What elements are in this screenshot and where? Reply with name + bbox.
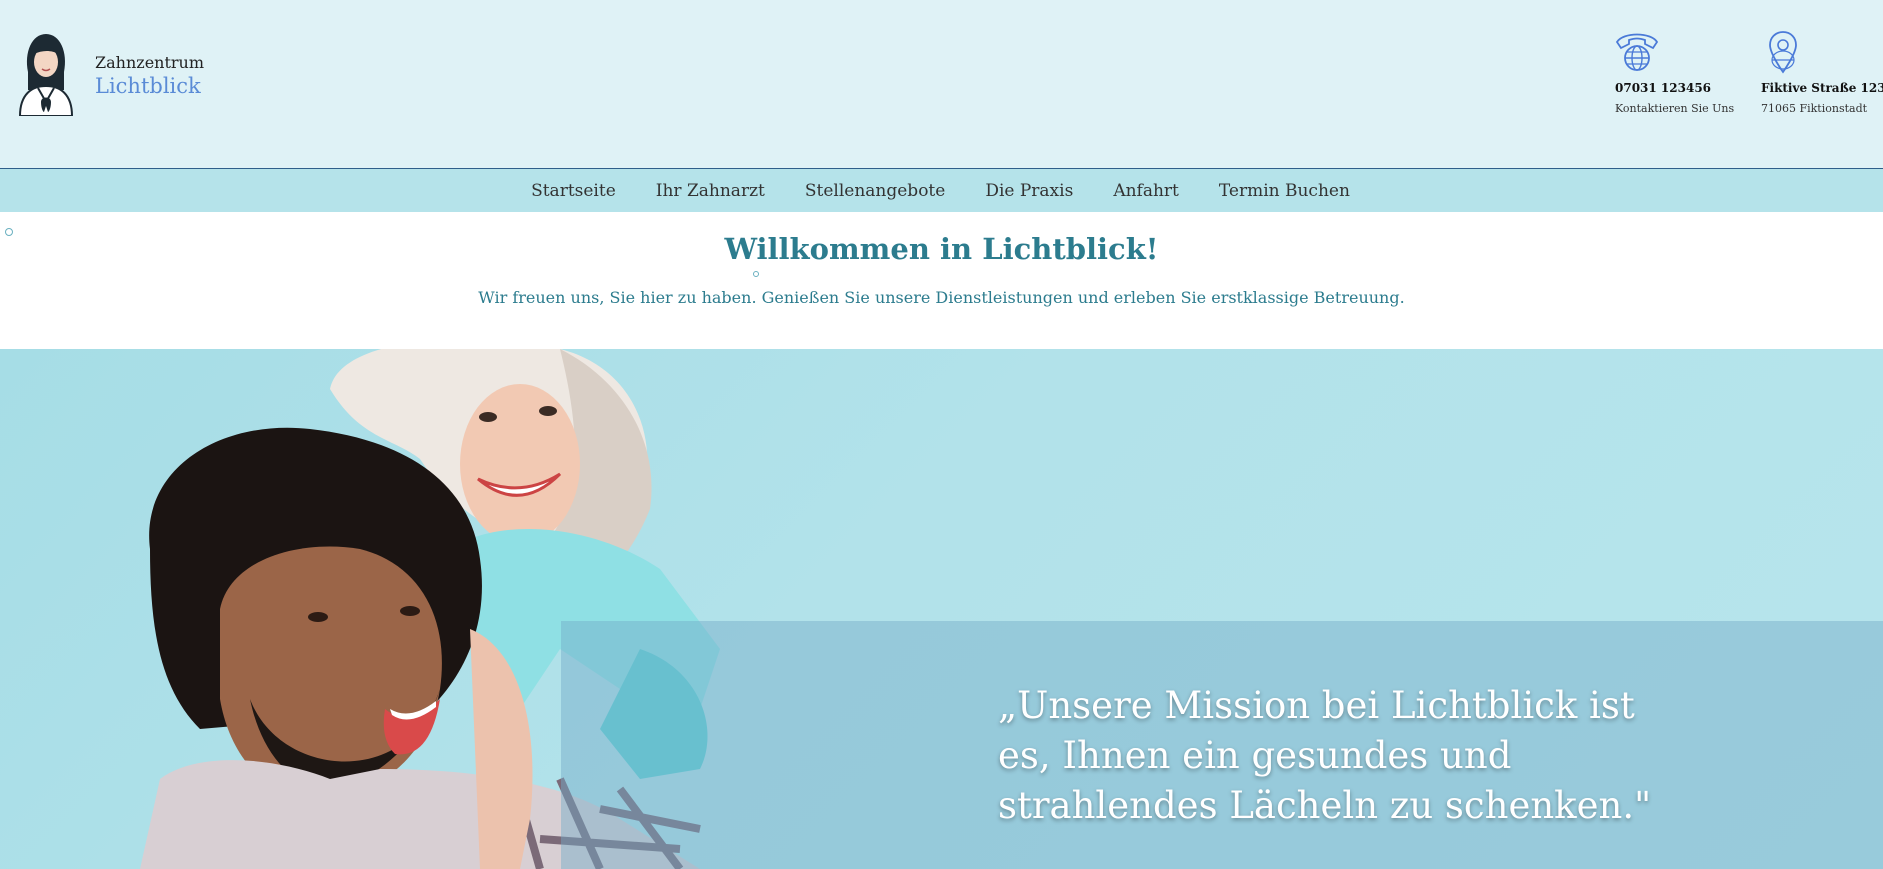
- nav-item-termin-buchen[interactable]: Termin Buchen: [1219, 181, 1350, 201]
- mission-quote: „Unsere Mission bei Lichtblick ist es, I…: [998, 684, 1652, 827]
- contact-phone[interactable]: 07031 123456 Kontaktieren Sie Uns: [1615, 30, 1734, 115]
- welcome-title: Willkommen in Lichtblick!: [724, 232, 1159, 266]
- phone-caption: Kontaktieren Sie Uns: [1615, 102, 1735, 115]
- decorative-dot: [753, 271, 759, 277]
- address-city: 71065 Fiktionstadt: [1761, 102, 1868, 115]
- brand-subtitle: Zahnzentrum: [95, 53, 205, 72]
- welcome-section: Willkommen in Lichtblick! Wir freuen uns…: [0, 212, 1883, 349]
- nav-item-anfahrt[interactable]: Anfahrt: [1113, 181, 1179, 201]
- hero-section: „Unsere Mission bei Lichtblick ist es, I…: [0, 349, 1883, 869]
- phone-globe-icon: [1615, 33, 1659, 71]
- main-navigation: Startseite Ihr Zahnarzt Stellenangebote …: [0, 169, 1883, 212]
- phone-number[interactable]: 07031 123456: [1615, 81, 1734, 95]
- contact-address[interactable]: Fiktive Straße 123, 71065 Fiktionstadt: [1761, 30, 1883, 115]
- site-header: Zahnzentrum Lichtblick 07031 123456 Kont…: [0, 0, 1883, 169]
- location-pin-icon: [1769, 31, 1797, 74]
- welcome-text: Wir freuen uns, Sie hier zu haben. Genie…: [478, 288, 1405, 307]
- logo[interactable]: [14, 32, 78, 117]
- nav-item-stellenangebote[interactable]: Stellenangebote: [805, 181, 945, 201]
- nav-item-startseite[interactable]: Startseite: [531, 181, 616, 201]
- nav-item-die-praxis[interactable]: Die Praxis: [985, 181, 1073, 201]
- nav-item-ihr-zahnarzt[interactable]: Ihr Zahnarzt: [656, 181, 765, 201]
- dentist-avatar-icon: [18, 34, 74, 117]
- brand-name[interactable]: Lichtblick: [95, 74, 201, 98]
- address-street: Fiktive Straße 123,: [1761, 81, 1883, 95]
